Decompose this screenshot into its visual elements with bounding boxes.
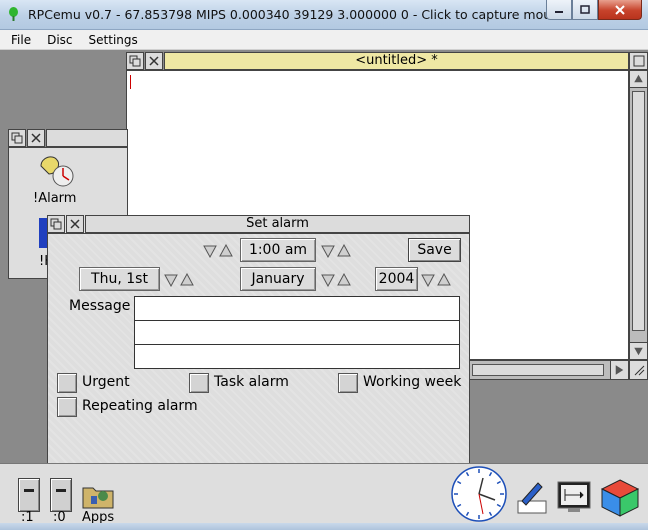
editor-vertical-scrollbar[interactable] bbox=[629, 70, 648, 360]
menu-disc[interactable]: Disc bbox=[44, 33, 75, 47]
alarm-body: 1:00 am Save Thu, 1st January 2004 Messa… bbox=[47, 233, 470, 472]
floppy-drive-1-icon[interactable] bbox=[18, 478, 40, 512]
down-arrow-icon[interactable] bbox=[164, 273, 178, 287]
close-icon bbox=[70, 219, 80, 229]
minimize-icon bbox=[555, 10, 563, 13]
up-arrow-icon[interactable] bbox=[219, 244, 233, 258]
working-week-checkbox[interactable] bbox=[338, 373, 358, 393]
close-icon bbox=[149, 56, 159, 66]
back-icon bbox=[11, 132, 23, 144]
month-spinner bbox=[321, 269, 353, 291]
time-field[interactable]: 1:00 am bbox=[240, 238, 316, 262]
urgent-label: Urgent bbox=[82, 374, 130, 390]
day-field[interactable]: Thu, 1st bbox=[79, 267, 160, 291]
host-title-bar: RPCemu v0.7 - 67.853798 MIPS 0.000340 39… bbox=[0, 0, 648, 30]
down-arrow-icon[interactable] bbox=[321, 244, 335, 258]
maximize-icon bbox=[580, 5, 590, 14]
message-line-1[interactable] bbox=[134, 296, 460, 321]
rpcemu-app-icon bbox=[9, 7, 18, 21]
host-window-title: RPCemu v0.7 - 67.853798 MIPS 0.000340 39… bbox=[28, 7, 566, 22]
editor-title-bar[interactable]: <untitled> * bbox=[164, 52, 629, 70]
day-spinner bbox=[164, 269, 196, 291]
filer-title-bar[interactable] bbox=[46, 129, 128, 147]
minute-spinner bbox=[321, 240, 353, 262]
message-line-3[interactable] bbox=[134, 344, 460, 369]
menu-settings[interactable]: Settings bbox=[86, 33, 141, 47]
scroll-up-icon bbox=[630, 71, 647, 88]
urgent-checkbox[interactable] bbox=[57, 373, 77, 393]
resize-icon bbox=[634, 365, 644, 376]
editor-resize-handle[interactable] bbox=[629, 360, 648, 380]
alarm-back-button[interactable] bbox=[47, 215, 65, 233]
toggle-size-icon bbox=[633, 55, 644, 67]
edit-pen-icon[interactable] bbox=[514, 479, 550, 515]
filer-item-alarm-label[interactable]: !Alarm bbox=[33, 191, 76, 206]
minimize-button[interactable] bbox=[546, 0, 572, 20]
down-arrow-icon[interactable] bbox=[421, 273, 435, 287]
repeating-alarm-label: Repeating alarm bbox=[82, 398, 198, 414]
editor-title: <untitled> * bbox=[355, 53, 438, 68]
clock-icon[interactable] bbox=[450, 465, 508, 523]
up-arrow-icon[interactable] bbox=[337, 244, 351, 258]
maximize-button[interactable] bbox=[572, 0, 598, 20]
down-arrow-icon[interactable] bbox=[321, 273, 335, 287]
scroll-right-icon bbox=[610, 361, 628, 379]
icon-bar: :1 :0 Apps bbox=[0, 463, 648, 525]
editor-close-button[interactable] bbox=[145, 52, 163, 70]
host-menu-bar: File Disc Settings bbox=[0, 30, 648, 50]
back-icon bbox=[129, 55, 141, 67]
risc-os-desktop[interactable]: <untitled> * !Alarm Set alarm 1:00 am Sa… bbox=[0, 51, 648, 472]
vertical-scroll-thumb[interactable] bbox=[632, 91, 645, 331]
up-arrow-icon[interactable] bbox=[437, 273, 451, 287]
editor-back-button[interactable] bbox=[126, 52, 144, 70]
alarm-title-bar[interactable]: Set alarm bbox=[85, 215, 470, 233]
close-button[interactable] bbox=[598, 0, 642, 20]
up-arrow-icon[interactable] bbox=[180, 273, 194, 287]
message-label: Message bbox=[69, 298, 131, 314]
apps-folder-icon[interactable] bbox=[81, 482, 117, 510]
alarm-close-button[interactable] bbox=[66, 215, 84, 233]
month-field[interactable]: January bbox=[240, 267, 316, 291]
text-caret bbox=[130, 75, 131, 89]
task-alarm-label: Task alarm bbox=[214, 374, 289, 390]
scroll-down-icon bbox=[630, 342, 647, 359]
close-icon bbox=[31, 133, 41, 143]
task-alarm-checkbox[interactable] bbox=[189, 373, 209, 393]
set-alarm-window: Set alarm 1:00 am Save Thu, 1st January … bbox=[47, 215, 470, 472]
horizontal-scroll-thumb[interactable] bbox=[472, 364, 604, 376]
save-button[interactable]: Save bbox=[408, 238, 461, 262]
year-spinner bbox=[421, 269, 453, 291]
host-window-controls bbox=[546, 0, 642, 20]
editor-toggle-size-button[interactable] bbox=[629, 52, 648, 70]
menu-file[interactable]: File bbox=[8, 33, 34, 47]
hour-spinner bbox=[203, 240, 235, 262]
host-window-bottom-border bbox=[0, 523, 648, 530]
alarm-bell-icon[interactable] bbox=[35, 152, 75, 188]
filer-close-button[interactable] bbox=[27, 129, 45, 147]
message-line-2[interactable] bbox=[134, 320, 460, 345]
working-week-label: Working week bbox=[363, 374, 462, 390]
repeating-alarm-checkbox[interactable] bbox=[57, 397, 77, 417]
close-icon bbox=[615, 4, 625, 15]
floppy-drive-0-icon[interactable] bbox=[50, 478, 72, 512]
down-arrow-icon[interactable] bbox=[203, 244, 217, 258]
alarm-title: Set alarm bbox=[246, 216, 309, 231]
back-icon bbox=[50, 218, 62, 230]
year-field[interactable]: 2004 bbox=[375, 267, 418, 291]
risc-os-cube-icon[interactable] bbox=[600, 478, 640, 518]
display-mode-icon[interactable] bbox=[556, 480, 592, 516]
up-arrow-icon[interactable] bbox=[337, 273, 351, 287]
filer-back-button[interactable] bbox=[8, 129, 26, 147]
